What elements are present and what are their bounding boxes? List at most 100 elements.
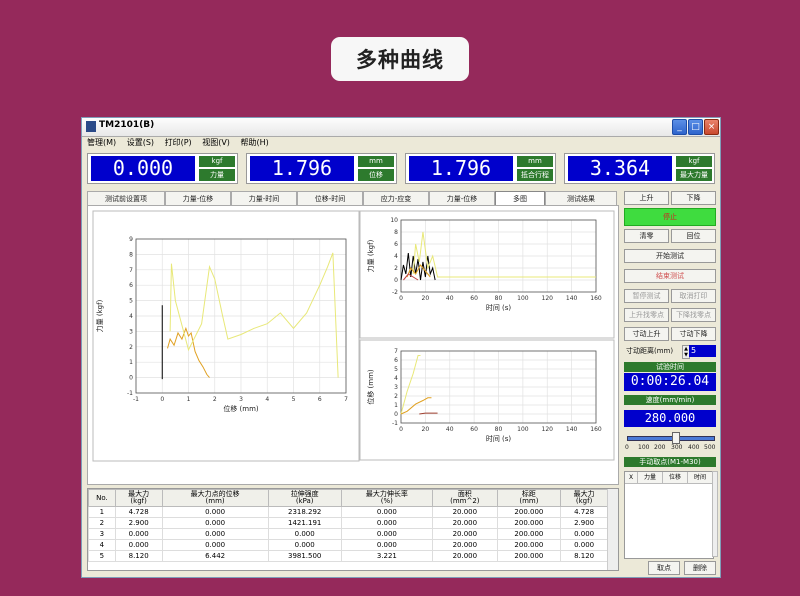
y-tick-label: 6 (129, 282, 133, 289)
displacement-unit[interactable]: mm (358, 156, 394, 167)
results-table-area: No. 最大力 (kgf) 最大力点的位移 (mm) 拉伸强度 (kPa) 最大力伸长率 (%)… (87, 488, 619, 571)
tab-stress-strain[interactable]: 应力-应变 (363, 191, 429, 205)
menu-settings[interactable]: 设置(S) (127, 138, 154, 147)
x-tick-label: 100 (517, 295, 529, 302)
table-row[interactable]: 2 2.900 0.000 1421.191 0.000 20.000 200.000 2.9… (88, 517, 608, 529)
jog-distance-input[interactable]: 5 (689, 345, 716, 357)
table-cell: 0.000 (340, 506, 434, 518)
multi-chart-panel: -1 0 1 2 3 4 5 6 7 -1 0 1 2 3 4 5 6 7 8 9 位移 (mm) 力量 (kgf) 0 20… (87, 205, 619, 485)
slider-tick: 400 (688, 444, 700, 451)
table-row[interactable]: 3 0.000 0.000 0.000 0.000 20.000 200.000 0.000 (88, 528, 608, 540)
down-find-zero-button[interactable]: 下降找零点 (671, 308, 716, 322)
slider-tick: 0 (625, 444, 629, 451)
results-column-header: 最大力点的位移 (mm) (161, 489, 269, 507)
x-tick-label: -1 (133, 396, 139, 403)
test-time-value: 0:00:26.04 (624, 373, 716, 391)
results-column-header: 面积 (mm^2) (432, 489, 498, 507)
results-table: No. 最大力 (kgf) 最大力点的位移 (mm) 拉伸强度 (kPa) 最大力伸长率 (%)… (88, 489, 608, 562)
y-tick-label: 6 (394, 241, 398, 248)
y-tick-label: 0 (129, 375, 133, 382)
x-axis-label: 位移 (mm) (223, 404, 259, 413)
table-row[interactable]: 4 0.000 0.000 0.000 0.000 20.000 200.000 0.000 (88, 539, 608, 551)
manual-pick-label: 手动取点(M1-M30) (624, 457, 716, 467)
control-panel: 上升 下降 停止 清零 回位 开始测试 结束测试 暂停测试 取消打印 上升找零点… (622, 190, 718, 576)
cancel-print-button[interactable]: 取消打印 (671, 289, 716, 303)
pick-list-header: X 力量 位移 时间 (625, 472, 713, 484)
menu-view[interactable]: 视图(V) (202, 138, 230, 147)
menu-manage[interactable]: 管理(M) (87, 138, 116, 147)
pick-list-scrollbar[interactable] (712, 471, 718, 557)
x-tick-label: 3 (239, 396, 243, 403)
tab-multi-chart[interactable]: 多图 (495, 191, 545, 205)
pick-col-index: X (625, 472, 638, 483)
results-column-header: 最大力 (kgf) (560, 489, 608, 507)
table-row[interactable]: 1 4.728 0.000 2318.292 0.000 20.000 200.000 4.7… (88, 506, 608, 518)
stroke-readout: 1.796 mm 抵合行程 (405, 153, 556, 184)
table-cell: 0.000 (161, 506, 269, 518)
menu-print[interactable]: 打印(P) (165, 138, 192, 147)
pick-point-button[interactable]: 取点 (648, 561, 680, 575)
displacement-label: 位移 (358, 169, 394, 181)
end-test-button[interactable]: 结束测试 (624, 269, 716, 283)
delete-point-button[interactable]: 删除 (684, 561, 716, 575)
app-window: TM2101(B) _ □ × 管理(M) 设置(S) 打印(P) 视图(V) … (81, 117, 721, 578)
close-button[interactable]: × (704, 119, 719, 135)
tab-force-time[interactable]: 力量-时间 (231, 191, 297, 205)
results-column-header: 最大力 (kgf) (114, 489, 163, 507)
x-tick-label: 0 (399, 426, 403, 433)
y-tick-label: 1 (129, 359, 133, 366)
table-cell: 200.000 (496, 506, 562, 518)
max-force-readout: 3.364 kgf 最大力量 (564, 153, 715, 184)
stop-button[interactable]: 停止 (624, 208, 716, 226)
y-tick-label: 2 (129, 344, 133, 351)
table-row[interactable]: 5 8.120 6.442 3981.500 3.221 20.000 200.000 8.1… (88, 550, 608, 562)
x-tick-label: 160 (590, 295, 602, 302)
x-tick-label: 40 (446, 295, 454, 302)
menu-help[interactable]: 帮助(H) (240, 138, 268, 147)
stroke-unit[interactable]: mm (517, 156, 553, 167)
x-tick-label: 1 (187, 396, 191, 403)
table-cell: 8.120 (560, 550, 608, 562)
y-tick-label: 2 (394, 393, 398, 400)
tab-force-displacement[interactable]: 力量-位移 (165, 191, 231, 205)
y-tick-label: 5 (129, 298, 133, 305)
x-tick-label: 2 (213, 396, 217, 403)
tab-displacement-time[interactable]: 位移-时间 (297, 191, 363, 205)
force-unit[interactable]: kgf (199, 156, 235, 167)
table-cell: 20.000 (432, 550, 498, 562)
jog-down-button[interactable]: 寸动下降 (671, 327, 716, 341)
start-test-button[interactable]: 开始测试 (624, 249, 716, 263)
max-force-unit[interactable]: kgf (676, 156, 712, 167)
down-button[interactable]: 下降 (671, 191, 716, 205)
tab-test-results[interactable]: 测试结果 (545, 191, 617, 205)
x-tick-label: 120 (542, 426, 554, 433)
max-force-value: 3.364 (568, 156, 672, 181)
jog-up-button[interactable]: 寸动上升 (624, 327, 669, 341)
table-cell: 4.728 (560, 506, 608, 518)
slider-thumb[interactable] (671, 432, 680, 444)
y-tick-label: 2 (394, 265, 398, 272)
tab-pre-test-settings[interactable]: 测试前设置项 (87, 191, 165, 205)
title-bar: TM2101(B) _ □ × (82, 118, 720, 137)
x-tick-label: 60 (470, 426, 478, 433)
tab-force-displacement-2[interactable]: 力量-位移 (429, 191, 495, 205)
zero-button[interactable]: 清零 (624, 229, 669, 243)
slider-tick: 200 (654, 444, 666, 451)
y-tick-label: 3 (394, 384, 398, 391)
speed-label: 速度(mm/min) (624, 395, 716, 405)
table-scrollbar[interactable] (607, 489, 618, 570)
speed-input[interactable]: 280.000 (624, 410, 716, 427)
minimize-button[interactable]: _ (672, 119, 687, 135)
up-find-zero-button[interactable]: 上升找零点 (624, 308, 669, 322)
y-tick-label: 3 (129, 328, 133, 335)
pause-test-button[interactable]: 暂停测试 (624, 289, 669, 303)
results-column-header: 最大力伸长率 (%) (340, 489, 434, 507)
pick-points-list[interactable]: X 力量 位移 时间 (624, 471, 714, 559)
table-cell: 3.221 (340, 550, 434, 562)
y-tick-label: 4 (394, 253, 398, 260)
maximize-button[interactable]: □ (688, 119, 703, 135)
x-tick-label: 6 (318, 396, 322, 403)
table-cell: 0.000 (560, 528, 608, 540)
up-button[interactable]: 上升 (624, 191, 669, 205)
return-button[interactable]: 回位 (671, 229, 716, 243)
